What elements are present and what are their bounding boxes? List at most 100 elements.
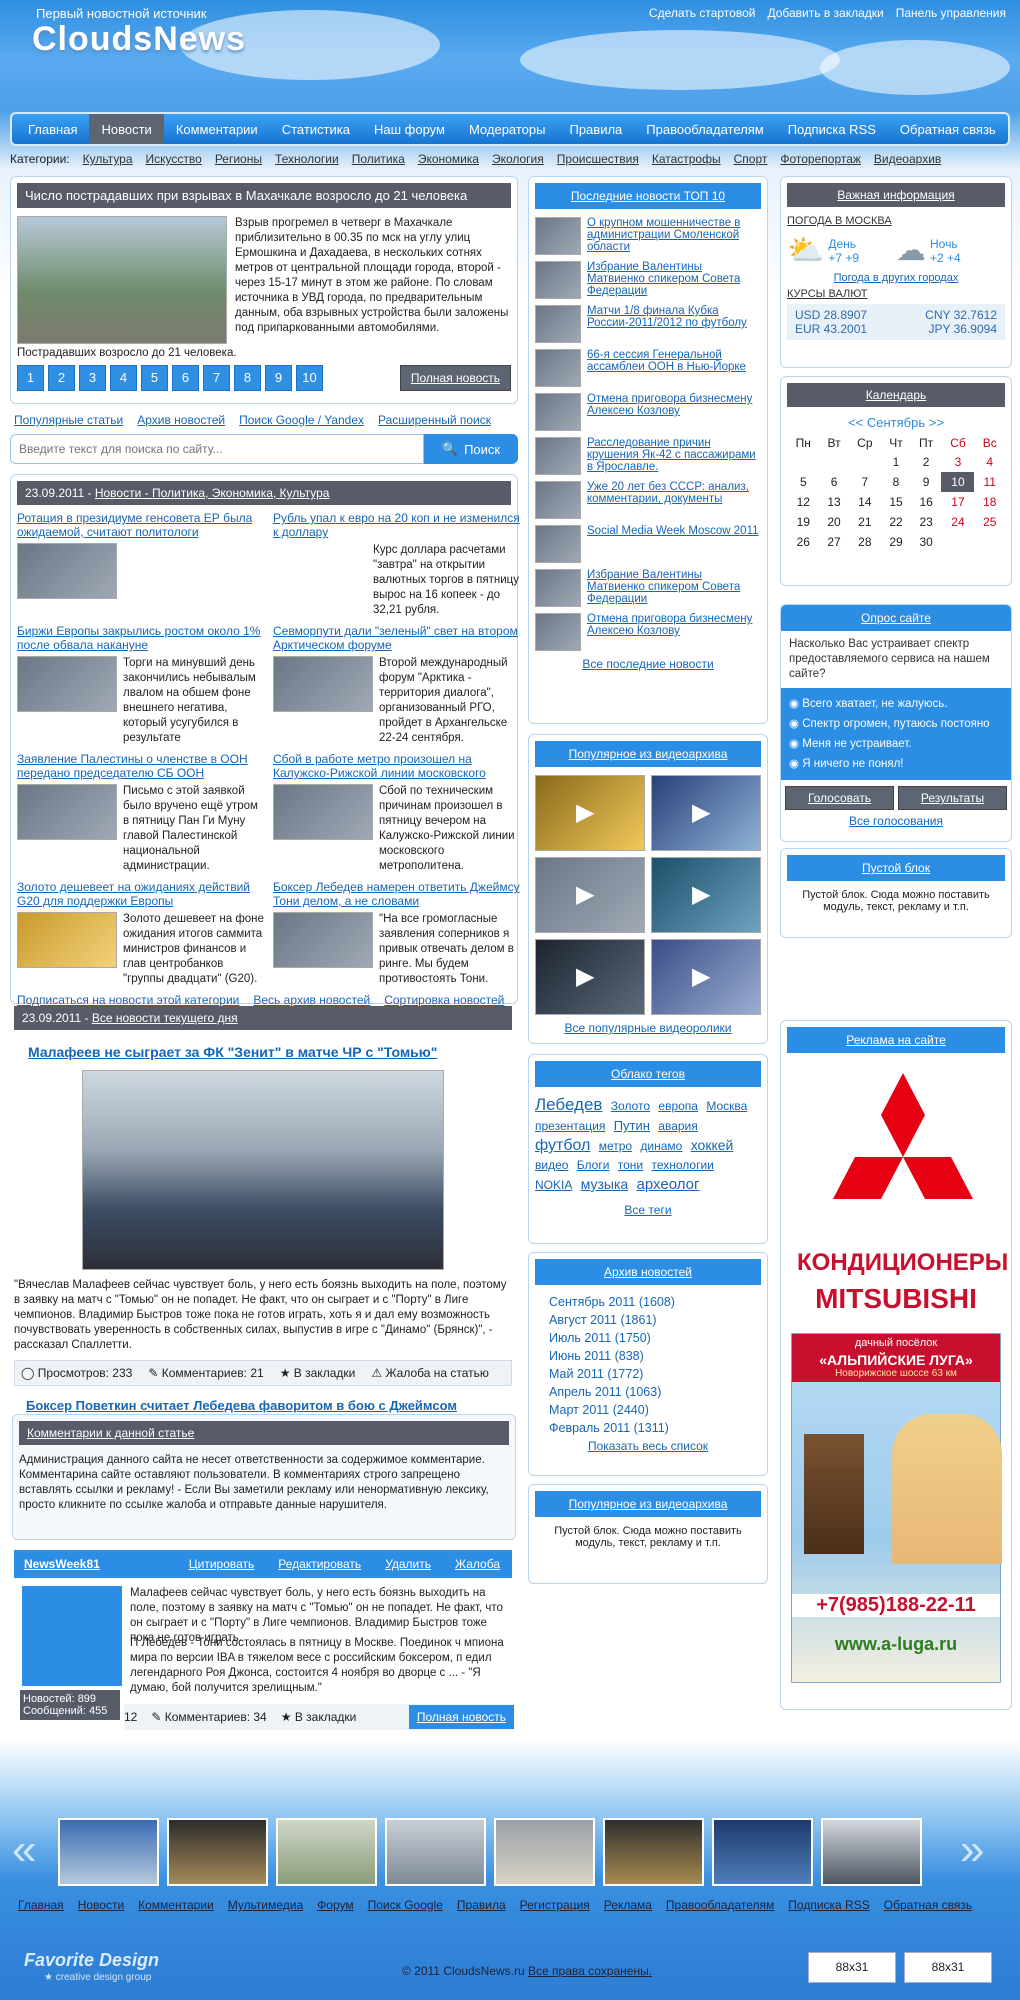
nav-news[interactable]: Новости bbox=[89, 114, 164, 144]
calendar-day[interactable]: 24 bbox=[941, 512, 974, 532]
poll-option[interactable]: ◉ Меня не устраивает. bbox=[789, 734, 1003, 754]
news-archive-link[interactable]: Архив новостей bbox=[137, 413, 225, 427]
calendar-day[interactable]: 30 bbox=[911, 532, 942, 552]
top10-link[interactable]: Избрание Валентины Матвиенко спикером Со… bbox=[587, 569, 761, 605]
video-thumbnail[interactable]: ▶ bbox=[651, 775, 761, 851]
a-luga-ad[interactable]: дачный посёлок «АЛЬПИЙСКИЕ ЛУГА» Новориж… bbox=[791, 1333, 1002, 1683]
nav-rss[interactable]: Подписка RSS bbox=[776, 114, 888, 144]
tag-link[interactable]: Золото bbox=[611, 1099, 650, 1113]
page-6[interactable]: 6 bbox=[172, 365, 199, 391]
calendar-day[interactable]: 28 bbox=[849, 532, 882, 552]
page-1[interactable]: 1 bbox=[17, 365, 44, 391]
tag-link[interactable]: презентация bbox=[535, 1119, 605, 1133]
top10-thumbnail[interactable] bbox=[535, 217, 581, 255]
complaint-button[interactable]: Жалоба bbox=[443, 1557, 512, 1571]
top10-link[interactable]: О крупном мошенничестве в администрации … bbox=[587, 217, 761, 253]
videoarch-title[interactable]: Популярное из видеоархива bbox=[569, 1497, 728, 1511]
poll-option[interactable]: ◉ Всего хватает, не жалуюсь. bbox=[789, 694, 1003, 714]
mitsubishi-ad[interactable]: КОНДИЦИОНЕРЫ MITSUBISHI bbox=[797, 1057, 1008, 1327]
footer-link[interactable]: Обратная связь bbox=[884, 1898, 972, 1912]
control-panel-link[interactable]: Панель управления bbox=[896, 6, 1006, 20]
tag-link[interactable]: технологии bbox=[651, 1158, 713, 1172]
calendar-day[interactable]: 19 bbox=[787, 512, 820, 532]
designer-logo[interactable]: Favorite Design bbox=[24, 1950, 159, 1971]
carousel-thumbnail[interactable] bbox=[276, 1818, 377, 1886]
calendar-day[interactable]: 9 bbox=[911, 472, 942, 492]
footer-link[interactable]: Форум bbox=[317, 1898, 353, 1912]
nav-feedback[interactable]: Обратная связь bbox=[888, 114, 1008, 144]
tag-link[interactable]: европа bbox=[658, 1099, 698, 1113]
carousel-thumbnail[interactable] bbox=[821, 1818, 922, 1886]
news-thumbnail[interactable] bbox=[17, 784, 117, 840]
poll-option[interactable]: ◉ Спектр огромен, путаюсь постояно bbox=[789, 714, 1003, 734]
nav-copyright[interactable]: Правообладателям bbox=[634, 114, 775, 144]
news-thumbnail[interactable] bbox=[17, 912, 117, 968]
top10-thumbnail[interactable] bbox=[535, 569, 581, 607]
other-cities-link[interactable]: Погода в других городах bbox=[834, 272, 959, 284]
carousel-thumbnail[interactable] bbox=[385, 1818, 486, 1886]
add-bookmark-link[interactable]: Добавить в закладки bbox=[767, 6, 883, 20]
slider-image[interactable] bbox=[17, 216, 227, 344]
top10-link[interactable]: Отмена приговора бизнесмену Алексею Козл… bbox=[587, 613, 761, 637]
nav-moderators[interactable]: Модераторы bbox=[457, 114, 558, 144]
top10-link[interactable]: Избрание Валентины Матвиенко спикером Со… bbox=[587, 261, 761, 297]
footer-link[interactable]: Подписка RSS bbox=[788, 1898, 869, 1912]
news-title-link[interactable]: Боксер Лебедев намерен ответить Джеймсу … bbox=[273, 880, 520, 908]
tag-link[interactable]: авария bbox=[658, 1119, 697, 1133]
carousel-thumbnail[interactable] bbox=[712, 1818, 813, 1886]
all-videos-link[interactable]: Все популярные видеоролики bbox=[564, 1021, 731, 1035]
tag-link[interactable]: археолог bbox=[637, 1176, 700, 1193]
advanced-search-link[interactable]: Расширенный поиск bbox=[378, 413, 491, 427]
page-3[interactable]: 3 bbox=[79, 365, 106, 391]
archive-link[interactable]: Весь архив новостей bbox=[253, 993, 370, 1007]
calendar-month-nav[interactable]: << Сентябрь >> bbox=[787, 415, 1005, 430]
footer-link[interactable]: Новости bbox=[78, 1898, 124, 1912]
top10-link[interactable]: Матчи 1/8 финала Кубка России-2011/2012 … bbox=[587, 305, 761, 329]
category-link[interactable]: Экономика bbox=[418, 152, 479, 166]
category-link[interactable]: Катастрофы bbox=[652, 152, 721, 166]
footer-link[interactable]: Реклама bbox=[604, 1898, 652, 1912]
page-2[interactable]: 2 bbox=[48, 365, 75, 391]
calendar-day[interactable]: 10 bbox=[941, 472, 975, 492]
category-link[interactable]: Экология bbox=[492, 152, 544, 166]
footer-link[interactable]: Регистрация bbox=[520, 1898, 590, 1912]
full-news-button[interactable]: Полная новость bbox=[408, 1705, 514, 1729]
news-thumbnail[interactable] bbox=[273, 656, 373, 712]
top10-thumbnail[interactable] bbox=[535, 525, 581, 563]
news-thumbnail[interactable] bbox=[273, 784, 373, 840]
tag-link[interactable]: тони bbox=[618, 1158, 643, 1172]
footer-link[interactable]: Поиск Google bbox=[368, 1898, 443, 1912]
archive-title[interactable]: Архив новостей bbox=[604, 1265, 692, 1279]
calendar-day[interactable]: 17 bbox=[941, 492, 974, 512]
calendar-day[interactable]: 15 bbox=[881, 492, 911, 512]
carousel-thumbnail[interactable] bbox=[494, 1818, 595, 1886]
calendar-day[interactable]: 18 bbox=[974, 492, 1005, 512]
video-thumbnail[interactable]: ▶ bbox=[535, 857, 645, 933]
rights-link[interactable]: Все права сохранены. bbox=[528, 1964, 652, 1978]
category-link[interactable]: Фоторепортаж bbox=[780, 152, 861, 166]
calendar-day[interactable]: 29 bbox=[881, 532, 911, 552]
news-title-link[interactable]: Золото дешевеет на ожиданиях действий G2… bbox=[17, 880, 250, 908]
calendar-day[interactable]: 27 bbox=[820, 532, 849, 552]
tag-link[interactable]: хоккей bbox=[691, 1137, 734, 1153]
next-article-link[interactable]: Боксер Поветкин считает Лебедева фаворит… bbox=[26, 1398, 457, 1413]
bookmark-link[interactable]: ★ В закладки bbox=[280, 1366, 356, 1380]
video-thumbnail[interactable]: ▶ bbox=[651, 939, 761, 1015]
category-link[interactable]: Регионы bbox=[215, 152, 262, 166]
tag-link[interactable]: музыка bbox=[581, 1176, 628, 1192]
category-link[interactable]: Культура bbox=[83, 152, 133, 166]
news-thumbnail[interactable] bbox=[273, 912, 373, 968]
news-title-link[interactable]: Биржи Европы закрылись ростом около 1% п… bbox=[17, 624, 260, 652]
category-link[interactable]: Искусство bbox=[146, 152, 202, 166]
calendar-day[interactable]: 20 bbox=[820, 512, 849, 532]
top10-thumbnail[interactable] bbox=[535, 261, 581, 299]
footer-link[interactable]: Мультимедиа bbox=[228, 1898, 303, 1912]
tag-link[interactable]: Путин bbox=[614, 1118, 650, 1133]
poll-title[interactable]: Опрос сайте bbox=[861, 611, 931, 625]
category-link[interactable]: Видеоархив bbox=[874, 152, 941, 166]
full-news-button[interactable]: Полная новость bbox=[399, 365, 511, 391]
category-link[interactable]: Спорт bbox=[734, 152, 768, 166]
carousel-thumbnail[interactable] bbox=[167, 1818, 268, 1886]
page-10[interactable]: 10 bbox=[296, 365, 323, 391]
news-thumbnail[interactable] bbox=[17, 543, 117, 599]
